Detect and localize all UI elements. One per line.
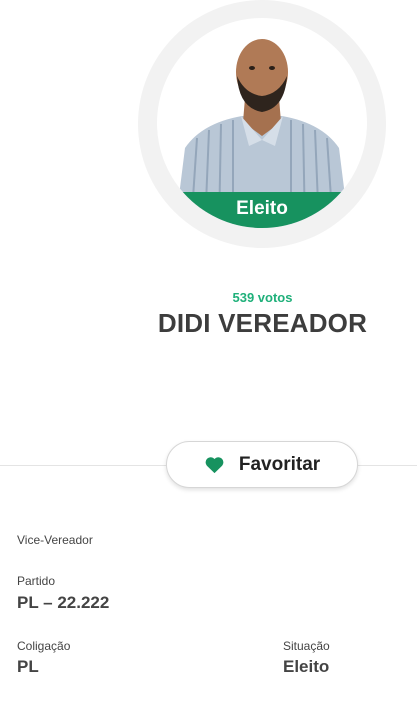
coalition-label: Coligação: [17, 639, 71, 653]
situation-value: Eleito: [283, 657, 330, 676]
coalition-value: PL: [17, 657, 39, 676]
favorite-label: Favoritar: [238, 453, 321, 475]
elected-badge: Eleito: [157, 192, 367, 228]
candidate-name: DIDI VEREADOR: [157, 308, 368, 338]
candidate-avatar: Eleito: [157, 18, 367, 228]
situation-label: Situação: [283, 639, 330, 653]
party-label: Partido: [17, 574, 56, 588]
vote-count: 539 votos: [232, 290, 293, 305]
heart-icon: [205, 457, 224, 474]
party-value: PL – 22.222: [17, 593, 110, 612]
favorite-button[interactable]: Favoritar: [166, 441, 358, 488]
role-text: Vice-Vereador: [17, 533, 93, 547]
